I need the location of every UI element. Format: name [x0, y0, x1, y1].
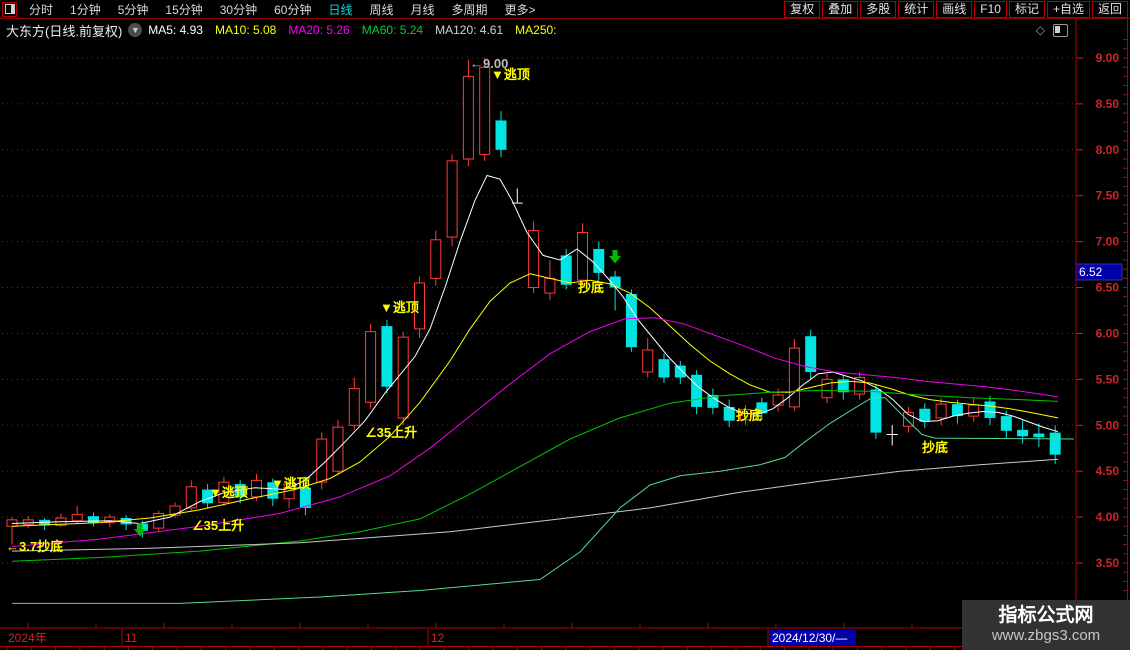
trading-app-window: 分时 1分钟 5分钟 15分钟 30分钟 60分钟日线周线 月线多周期更多> 复权叠加多股统…	[0, 0, 1130, 650]
period-tab-1分钟[interactable]: 1分钟	[70, 1, 101, 18]
period-tab-分时[interactable]: 分时	[29, 1, 53, 18]
tool-button-统计[interactable]: 统计	[898, 1, 934, 18]
line-TREND	[12, 398, 1074, 604]
tool-button-+自选[interactable]: +自选	[1047, 1, 1090, 18]
stock-title: 大东方(日线.前复权)	[6, 21, 122, 40]
tool-button-F10[interactable]: F10	[974, 1, 1007, 18]
period-tab-60分钟[interactable]: 60分钟	[274, 1, 311, 18]
period-tab-更多>[interactable]: 更多>	[505, 1, 536, 18]
period-tab-5分钟[interactable]: 5分钟	[118, 1, 149, 18]
diamond-icon[interactable]: ◇	[1036, 23, 1045, 37]
y-tick-label: 8.00	[1096, 143, 1120, 157]
line-MA60	[12, 390, 1058, 561]
x-axis-label: 11	[125, 631, 138, 645]
candlestick-chart[interactable]: ←3.7抄底▼逃顶∠35上升▼逃顶∠35上升▼逃顶←9.00▼逃顶抄底抄底抄底9…	[0, 0, 1130, 650]
y-tick-label: 8.50	[1096, 97, 1120, 111]
chevron-down-icon[interactable]: ▼	[128, 23, 142, 37]
period-tab-多周期[interactable]: 多周期	[452, 1, 488, 18]
tool-button-叠加[interactable]: 叠加	[822, 1, 858, 18]
y-tick-label: 6.00	[1096, 326, 1120, 340]
ma-legend-MA120: MA120: 4.61	[435, 23, 503, 37]
chart-title-bar: 大东方(日线.前复权) ▼ MA5: 4.93 MA10: 5.08 MA20: 5…	[0, 19, 1130, 41]
period-tab-周线[interactable]: 周线	[369, 1, 393, 18]
sell-top-label: ▼逃顶	[209, 485, 248, 500]
selected-date-tag: 2024/12/30/—	[772, 631, 847, 645]
buy-bottom-label: 抄底	[578, 280, 604, 295]
watermark-site-name: 指标公式网	[998, 605, 1093, 627]
y-tick-label: 5.00	[1096, 418, 1120, 432]
trend-up-label: ∠35上升	[365, 425, 417, 440]
buy-arrow	[609, 250, 621, 264]
buy-bottom-label: ←3.7抄底	[6, 539, 63, 554]
y-tick-label: 6.50	[1096, 281, 1120, 295]
ma-legend-MA20: MA20: 5.26	[288, 23, 349, 37]
ma-legend-MA5: MA5: 4.93	[148, 23, 203, 37]
line-MA120	[12, 459, 1058, 551]
period-tab-15分钟[interactable]: 15分钟	[165, 1, 202, 18]
watermark-url: www.zbgs3.com	[992, 627, 1100, 645]
period-tab-月线[interactable]: 月线	[411, 1, 435, 18]
period-tab-日线[interactable]: 日线	[328, 1, 352, 18]
period-tab-30分钟[interactable]: 30分钟	[220, 1, 257, 18]
sell-top-label: ▼逃顶	[271, 476, 310, 491]
watermark: 指标公式网 www.zbgs3.com	[962, 600, 1130, 650]
y-tick-label: 7.00	[1096, 235, 1120, 249]
period-tabs: 分时 1分钟 5分钟 15分钟 30分钟 60分钟日线周线 月线多周期更多>	[29, 1, 536, 18]
y-tick-label: 3.50	[1096, 556, 1120, 570]
ma-legend-MA10: MA10: 5.08	[215, 23, 276, 37]
window-layout-icon[interactable]	[2, 2, 17, 17]
tool-button-多股[interactable]: 多股	[860, 1, 896, 18]
y-tick-label: 4.00	[1096, 510, 1120, 524]
buy-bottom-label: 抄底	[922, 440, 948, 455]
y-tick-label: 5.50	[1096, 372, 1120, 386]
ma-legend-MA60: MA60: 5.24	[362, 23, 423, 37]
line-MA10	[12, 274, 1058, 527]
toolbar-buttons: 复权叠加多股统计画线F10标记+自选返回	[784, 1, 1128, 18]
ma-legend-MA250: MA250:	[515, 23, 556, 37]
sell-top-label: ▼逃顶	[491, 67, 530, 82]
tool-button-返回[interactable]: 返回	[1092, 1, 1128, 18]
tool-button-标记[interactable]: 标记	[1009, 1, 1045, 18]
tool-button-复权[interactable]: 复权	[784, 1, 820, 18]
line-MA20	[12, 318, 1058, 547]
sell-top-label: ▼逃顶	[380, 300, 419, 315]
last-price-tag: 6.52	[1079, 265, 1103, 279]
trend-up-label: ∠35上升	[192, 518, 244, 533]
split-pane-icon[interactable]	[1053, 24, 1068, 37]
y-tick-label: 4.50	[1096, 464, 1120, 478]
x-axis-label: 12	[431, 631, 445, 645]
y-tick-label: 7.50	[1096, 189, 1120, 203]
buy-bottom-label: 抄底	[736, 408, 762, 423]
tool-button-画线[interactable]: 画线	[936, 1, 972, 18]
x-axis-label: 2024年	[8, 631, 47, 645]
ma-legend: MA5: 4.93 MA10: 5.08 MA20: 5.26 MA60: 5.24 M…	[148, 23, 556, 37]
period-menu-bar: 分时 1分钟 5分钟 15分钟 30分钟 60分钟日线周线 月线多周期更多> 复权叠加多股统…	[0, 0, 1130, 19]
y-tick-label: 9.00	[1096, 51, 1120, 65]
